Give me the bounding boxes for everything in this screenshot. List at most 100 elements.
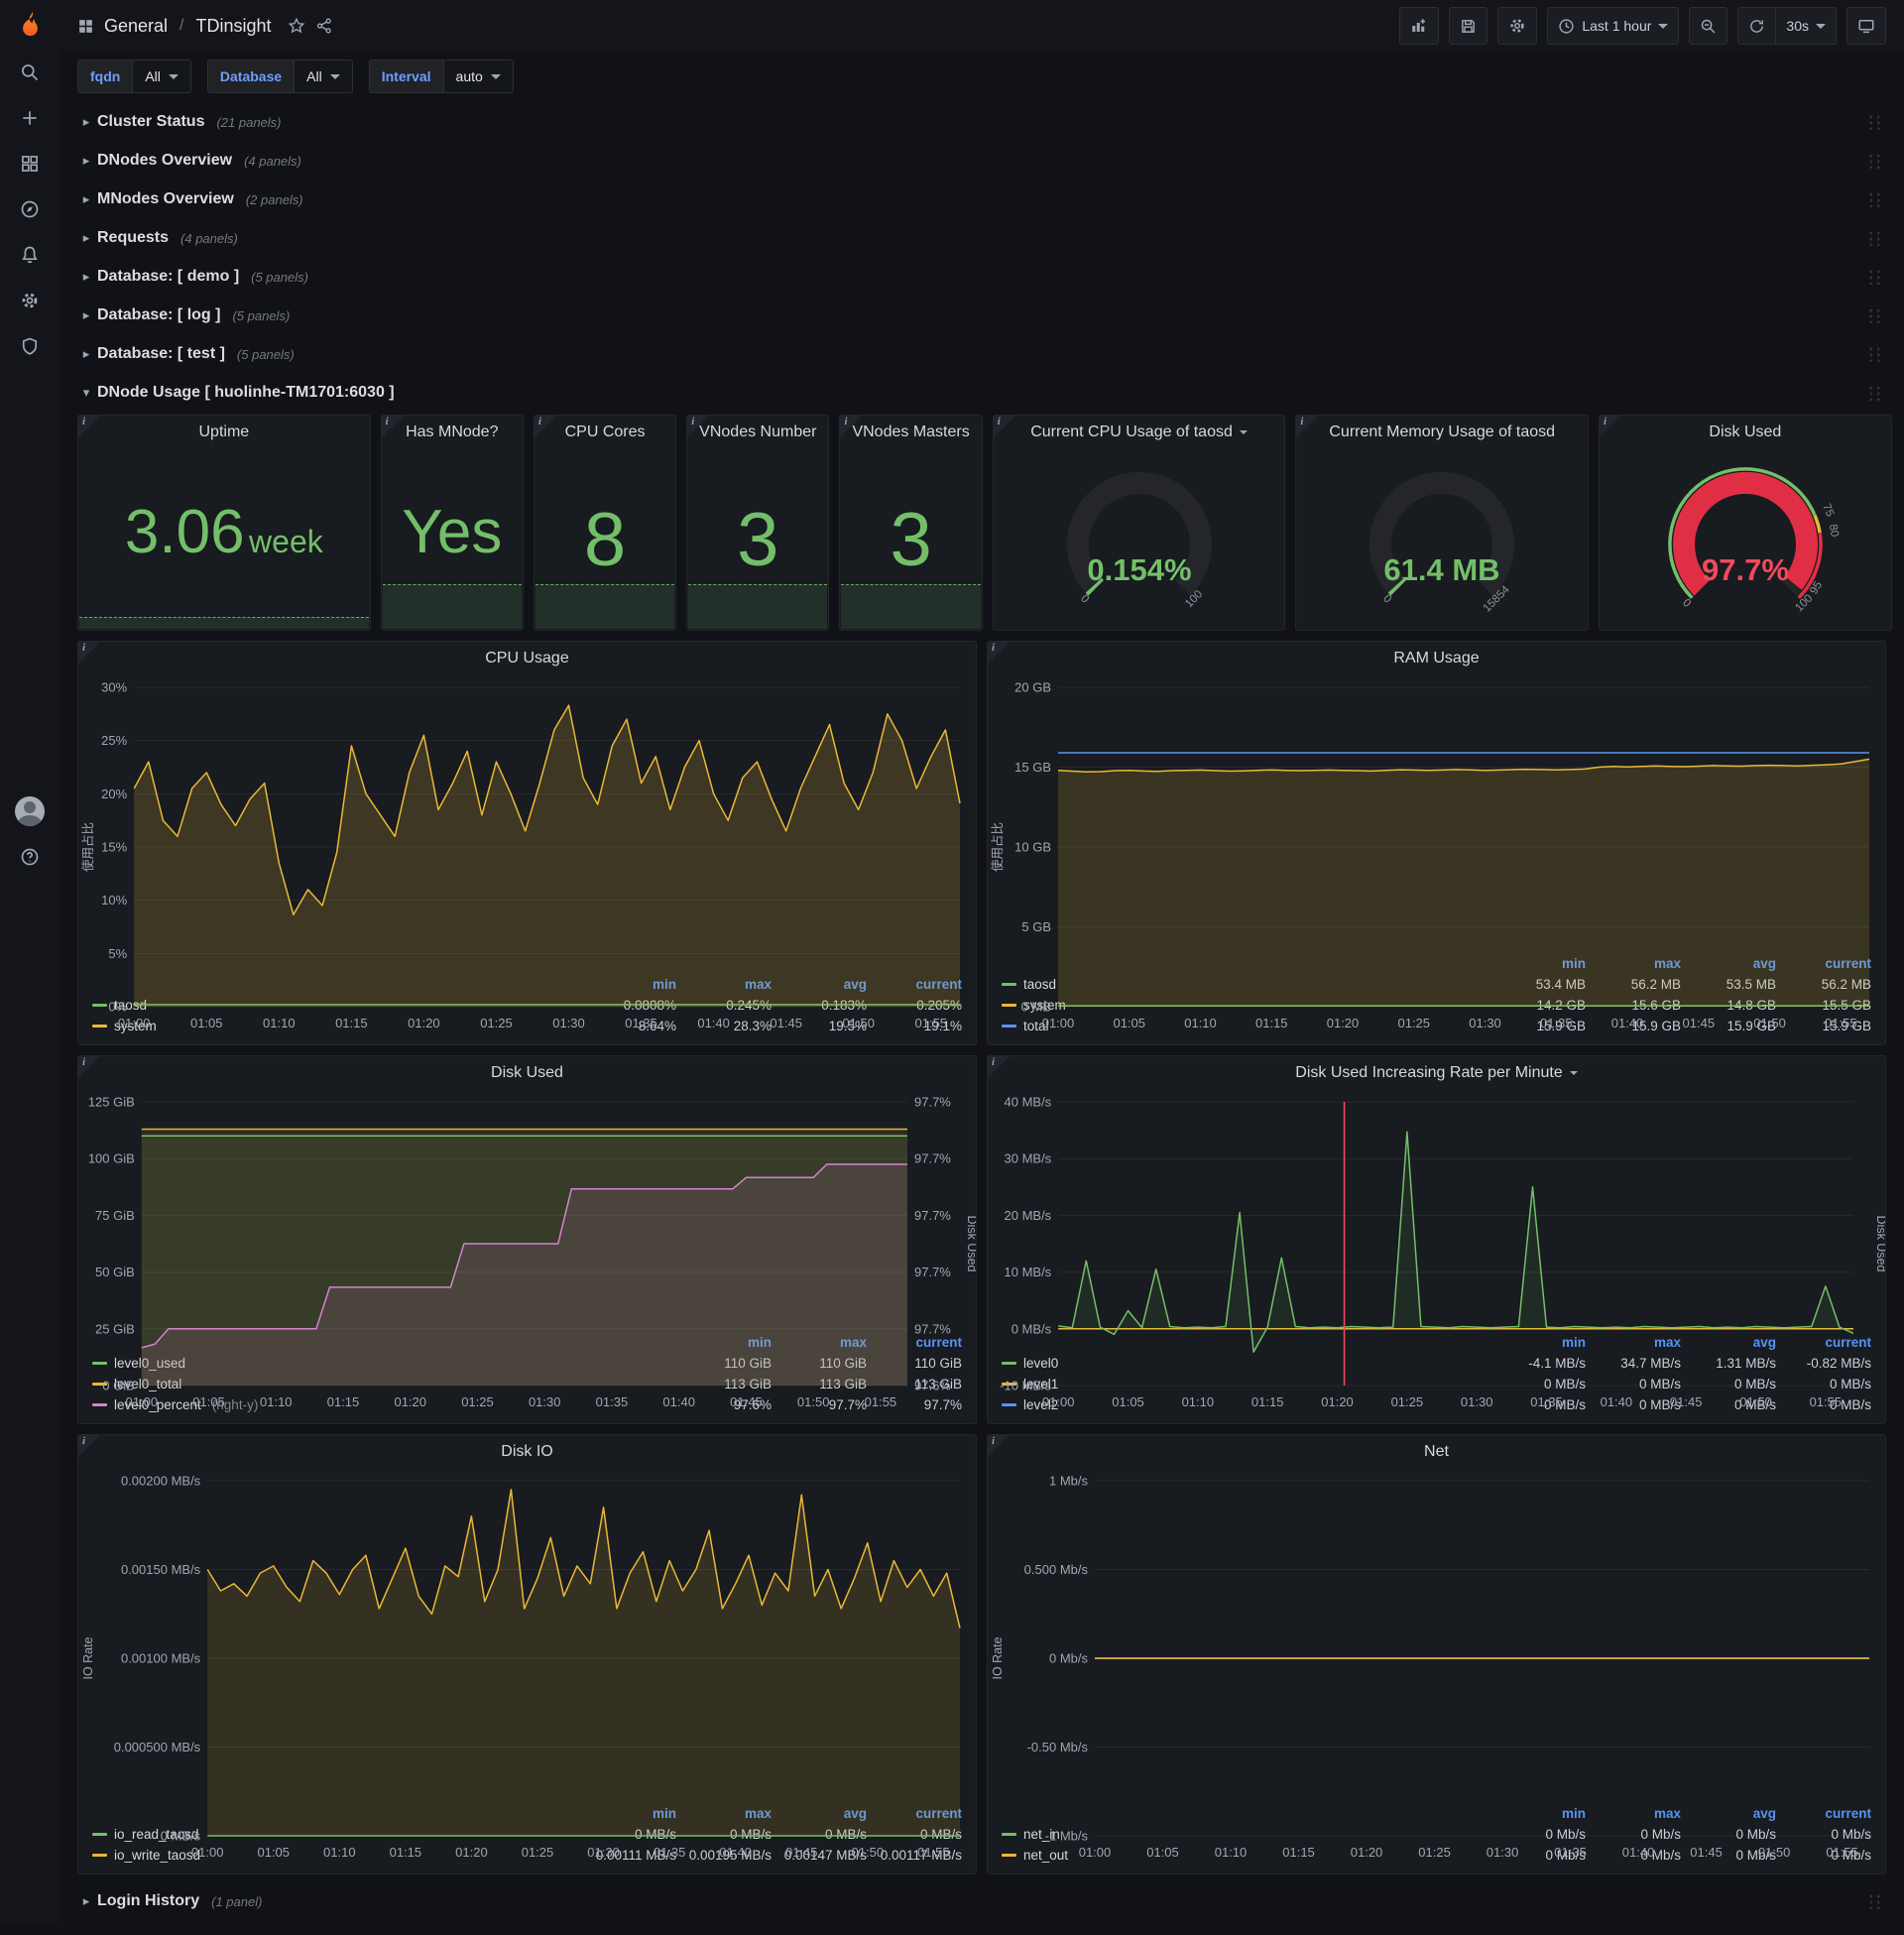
svg-text:01:10: 01:10 [263,1016,296,1030]
panel-title[interactable]: CPU Usage [78,642,976,675]
configuration-gear-icon[interactable] [0,278,60,323]
refresh-interval-dropdown[interactable]: 30s [1776,7,1837,45]
grafana-logo[interactable] [0,0,60,50]
cycle-view-mode-button[interactable] [1846,7,1886,45]
row-login-history[interactable]: ▸ Login History (1 panel) [77,1884,1886,1918]
svg-text:0.000500 MB/s: 0.000500 MB/s [114,1740,201,1754]
create-plus-icon[interactable] [0,95,60,141]
panel-info-icon[interactable]: i [988,1056,1010,1078]
star-icon[interactable] [288,17,305,35]
panel-info-icon[interactable]: i [534,416,556,437]
panel-current-cpu-usage: i Current CPU Usage of taosd 0 100 0.154% [992,415,1286,631]
row-database-demo[interactable]: ▸ Database: [ demo ] (5 panels) [77,260,1886,294]
svg-text:01:50: 01:50 [1753,1016,1786,1030]
svg-text:25%: 25% [101,733,127,748]
tv-icon [1858,20,1874,34]
panel-vnodes-number: i VNodes Number 3 [686,415,830,631]
panel-info-icon[interactable]: i [78,642,100,664]
refresh-button[interactable] [1737,7,1777,45]
panel-info-icon[interactable]: i [78,416,100,437]
panel-info-icon[interactable]: i [78,1056,100,1078]
row-requests[interactable]: ▸ Requests (4 panels) [77,221,1886,255]
svg-text:100 GiB: 100 GiB [88,1151,135,1166]
panel-info-icon[interactable]: i [988,642,1010,664]
svg-text:-1 Mb/s: -1 Mb/s [1045,1829,1089,1844]
dashboard-settings-button[interactable] [1497,7,1538,45]
row-database-log[interactable]: ▸ Database: [ log ] (5 panels) [77,299,1886,332]
svg-text:0 MB/s: 0 MB/s [161,1829,201,1844]
row-drag-handle[interactable] [1867,269,1882,285]
variable-value-fqdn[interactable]: All [132,60,191,93]
alerting-bell-icon[interactable] [0,232,60,278]
panel-title[interactable]: Disk IO [78,1435,976,1469]
server-admin-shield-icon[interactable] [0,323,60,369]
disk-rate-time-series[interactable]: -10 MB/s 0 MB/s 10 MB/s 20 MB/s 30 MB/s 40 MB… [988,1090,1885,1410]
svg-text:01:20: 01:20 [1351,1845,1383,1860]
panel-net-chart: i Net -1 Mb/s -0.50 Mb/s 0 Mb/s 0.500 Mb/s 1… [987,1434,1886,1875]
disk-io-time-series[interactable]: 0 MB/s 0.000500 MB/s 0.00100 MB/s 0.00150 M… [78,1469,976,1860]
row-drag-handle[interactable] [1867,230,1882,246]
panel-menu-caret-icon [1239,429,1248,434]
svg-text:20 MB/s: 20 MB/s [1005,1208,1052,1223]
row-mnodes-overview[interactable]: ▸ MNodes Overview (2 panels) [77,182,1886,216]
svg-text:-10 MB/s: -10 MB/s [1000,1379,1052,1393]
panel-info-icon[interactable]: i [1600,416,1622,437]
share-icon[interactable] [315,17,333,35]
row-drag-handle[interactable] [1867,114,1882,130]
row-dnodes-overview[interactable]: ▸ DNodes Overview (4 panels) [77,144,1886,178]
panel-info-icon[interactable]: i [687,416,710,437]
row-database-test[interactable]: ▸ Database: [ test ] (5 panels) [77,337,1886,371]
cpu-usage-time-series[interactable]: 0% 5% 10% 15% 20% 25% 30% 使用占比 01:00 01:05 01:10 01… [78,675,976,1030]
side-menu [0,0,60,1924]
row-dnode-usage[interactable]: ▾ DNode Usage [ huolinhe-TM1701:6030 ] [77,376,1886,410]
panel-title[interactable]: Uptime [78,416,370,449]
svg-text:01:25: 01:25 [1418,1845,1451,1860]
panel-cpu-usage-chart: i CPU Usage 0% 5% 10% 15% 20% 25% 30% 使用占比 01:00… [77,641,977,1045]
time-picker-button[interactable]: Last 1 hour [1547,7,1680,45]
panel-title[interactable]: Net [988,1435,1885,1469]
variable-value-interval[interactable]: auto [442,60,514,93]
svg-text:5 GB: 5 GB [1021,919,1051,934]
panel-title[interactable]: Current Memory Usage of taosd [1296,416,1588,449]
panel-info-icon[interactable]: i [78,1435,100,1457]
panel-info-icon[interactable]: i [381,416,404,437]
svg-text:10 MB/s: 10 MB/s [1005,1265,1052,1279]
panel-title[interactable]: Disk Used [1600,416,1891,449]
row-drag-handle[interactable] [1867,385,1882,401]
dashboard-body: ▸ Cluster Status (21 panels) ▸ DNodes Ov… [60,103,1904,1935]
svg-text:97.7%: 97.7% [1702,552,1789,587]
row-drag-handle[interactable] [1867,153,1882,169]
svg-text:0 GiB: 0 GiB [102,1379,135,1393]
add-panel-button[interactable] [1399,7,1440,45]
dashboards-icon[interactable] [0,141,60,186]
zoom-out-icon [1702,19,1716,33]
search-icon[interactable] [0,50,60,95]
row-drag-handle[interactable] [1867,1893,1882,1909]
row-drag-handle[interactable] [1867,307,1882,323]
row-cluster-status[interactable]: ▸ Cluster Status (21 panels) [77,105,1886,139]
user-avatar[interactable] [0,788,60,834]
panel-title[interactable]: Current CPU Usage of taosd [994,416,1285,449]
save-dashboard-button[interactable] [1449,7,1488,45]
help-icon[interactable] [0,834,60,880]
panel-title[interactable]: Disk Used [78,1056,976,1090]
row-drag-handle[interactable] [1867,346,1882,362]
explore-compass-icon[interactable] [0,186,60,232]
ram-usage-time-series[interactable]: 0 MB 5 GB 10 GB 15 GB 20 GB 使用占比 01:00 01:05 01:… [988,675,1885,1030]
row-drag-handle[interactable] [1867,191,1882,207]
net-time-series[interactable]: -1 Mb/s -0.50 Mb/s 0 Mb/s 0.500 Mb/s 1 Mb/s I… [988,1469,1885,1860]
panel-has-mnode: i Has MNode? Yes [380,415,524,631]
panel-title[interactable]: RAM Usage [988,642,1885,675]
panel-info-icon[interactable]: i [993,416,1015,437]
panel-title[interactable]: Disk Used Increasing Rate per Minute [988,1056,1885,1090]
svg-text:01:25: 01:25 [1391,1394,1424,1409]
breadcrumb-folder[interactable]: General [104,16,168,37]
variable-value-database[interactable]: All [294,60,353,93]
disk-used-time-series[interactable]: 0 GiB 25 GiB 50 GiB 75 GiB 100 GiB 125 GiB 97.… [78,1090,976,1410]
panel-info-icon[interactable]: i [1296,416,1319,437]
variable-label-interval: Interval [368,60,443,93]
panel-info-icon[interactable]: i [840,416,863,437]
panel-info-icon[interactable]: i [988,1435,1010,1457]
zoom-out-button[interactable] [1689,7,1728,45]
breadcrumb-dashboard[interactable]: TDinsight [196,16,272,37]
